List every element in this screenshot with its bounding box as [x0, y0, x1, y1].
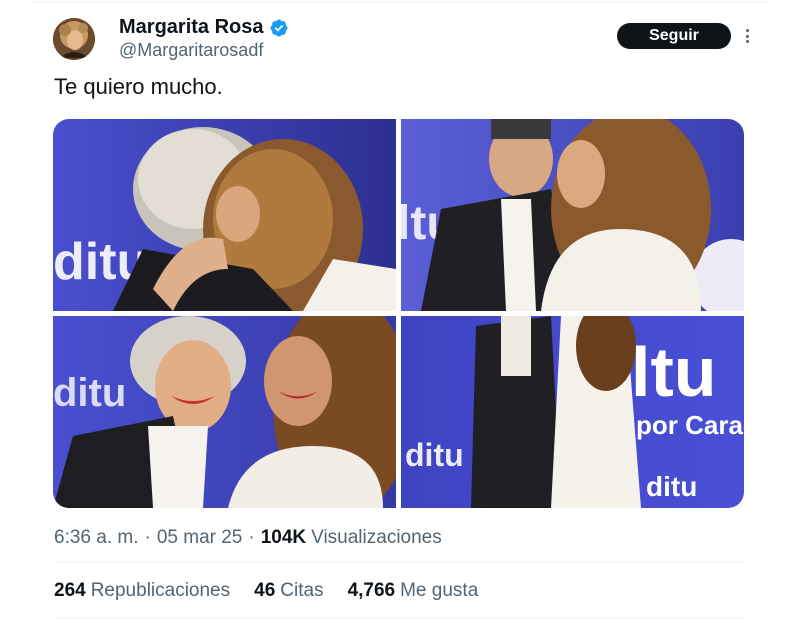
quotes-label: Citas [280, 580, 324, 601]
media-grid: ditu ltu ditu ltu por Cara ditu ditu [53, 119, 744, 508]
author-display-name[interactable]: Margarita Rosa [119, 16, 264, 39]
more-dot [745, 40, 749, 43]
tweet-meta: 6:36 a. m. · 05 mar 25 · 104K Visualizac… [54, 527, 442, 549]
photo-1-image: ditu [53, 119, 396, 311]
more-dot [745, 34, 749, 38]
quotes-count: 46 [254, 580, 276, 601]
photo-2-image: ltu [401, 119, 744, 311]
backdrop-logo: ditu [646, 471, 697, 502]
backdrop-logo: ditu [53, 371, 126, 415]
meta-separator: · [248, 527, 255, 548]
views-label: Visualizaciones [311, 527, 442, 548]
more-dot [745, 29, 749, 32]
photo-3-image: ditu [53, 316, 396, 508]
tweet-time[interactable]: 6:36 a. m. [54, 527, 139, 549]
avatar[interactable] [53, 18, 95, 60]
divider [53, 562, 743, 563]
backdrop-logo: ditu [405, 437, 464, 473]
divider [53, 618, 743, 619]
meta-separator: · [144, 527, 151, 548]
backdrop-tagline: por Caracol [636, 410, 744, 440]
verified-badge-icon [269, 18, 288, 37]
top-border [32, 2, 768, 3]
photo-4[interactable]: ltu por Caracol ditu ditu [401, 316, 744, 508]
photo-1[interactable]: ditu [53, 119, 396, 311]
views-count: 104K [260, 527, 307, 548]
tweet-card: Margarita Rosa @Margaritarosadf Seguir T… [0, 0, 800, 633]
stat-quotes[interactable]: 46 Citas [254, 580, 323, 602]
avatar-image [53, 18, 95, 60]
engagement-stats: 264 Republicaciones 46 Citas 4,766 Me gu… [54, 580, 502, 602]
backdrop-logo: ltu [631, 333, 717, 411]
follow-button[interactable]: Seguir [617, 23, 731, 49]
likes-count: 4,766 [347, 580, 396, 601]
tweet-date[interactable]: 05 mar 25 [157, 527, 243, 549]
more-dots-icon[interactable] [740, 27, 754, 45]
tweet-text: Te quiero mucho. [54, 74, 223, 99]
photo-4-image: ltu por Caracol ditu ditu [401, 316, 744, 508]
author-handle[interactable]: @Margaritarosadf [119, 40, 263, 61]
likes-label: Me gusta [400, 580, 479, 601]
stat-likes[interactable]: 4,766 Me gusta [348, 580, 479, 602]
reposts-label: Republicaciones [90, 580, 231, 601]
stat-reposts[interactable]: 264 Republicaciones [54, 580, 230, 602]
reposts-count: 264 [54, 580, 86, 601]
photo-3[interactable]: ditu [53, 316, 396, 508]
author-name-row: Margarita Rosa [119, 16, 289, 39]
photo-2[interactable]: ltu [401, 119, 744, 311]
